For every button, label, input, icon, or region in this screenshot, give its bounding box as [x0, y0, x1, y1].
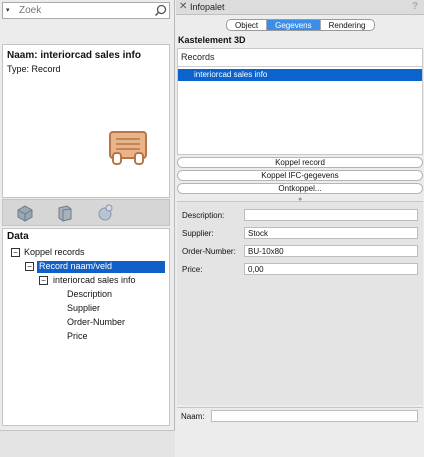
resource-type: Type: Record: [7, 64, 61, 74]
tree-item[interactable]: Koppel records: [24, 246, 85, 259]
tree-item[interactable]: Price: [67, 330, 88, 343]
search-icon[interactable]: [154, 4, 167, 17]
tree-item[interactable]: Order-Number: [67, 316, 125, 329]
tree-item[interactable]: Supplier: [67, 302, 100, 315]
field-label: Supplier:: [182, 229, 214, 238]
status-strip: [0, 430, 175, 457]
tab-object[interactable]: Object: [227, 20, 268, 30]
sphere-view-icon[interactable]: [95, 204, 115, 222]
records-header: Records: [178, 49, 422, 67]
name-row: Naam:: [177, 407, 423, 424]
field-label: Price:: [182, 265, 203, 274]
dropdown-arrow-icon[interactable]: ▾: [6, 4, 16, 18]
supplier-field[interactable]: Stock: [244, 227, 418, 239]
tab-rendering[interactable]: Rendering: [321, 20, 374, 30]
data-tree-panel: Data − Koppel records − Record naam/veld…: [2, 228, 170, 426]
record-format-icon: [109, 131, 147, 165]
tree-item[interactable]: interiorcad sales info: [53, 274, 136, 287]
object-type-title: Kastelement 3D: [178, 35, 246, 45]
view-toolbar: [2, 199, 170, 226]
attach-ifc-button[interactable]: Koppel IFC-gegevens: [177, 170, 423, 181]
palette-title: Infopalet: [190, 2, 225, 12]
tab-data[interactable]: Gegevens: [267, 20, 321, 30]
field-label: Order-Number:: [182, 247, 236, 256]
collapse-toggle-icon[interactable]: −: [11, 248, 20, 257]
record-row-selected[interactable]: interiorcad sales info: [178, 69, 422, 81]
help-icon[interactable]: ?: [412, 1, 418, 12]
detach-button[interactable]: Ontkoppel...: [177, 183, 423, 194]
resource-name: Naam: interiorcad sales info: [7, 50, 141, 61]
description-field[interactable]: [244, 209, 418, 221]
cabinet-view-icon[interactable]: [55, 204, 75, 222]
price-field[interactable]: 0,00: [244, 263, 418, 275]
field-label: Description:: [182, 211, 225, 220]
palette-tabs: Object Gegevens Rendering: [226, 19, 375, 31]
palette-titlebar[interactable]: ✕ Infopalet ?: [176, 0, 424, 15]
close-icon[interactable]: ✕: [179, 1, 187, 12]
resource-preview: Naam: interiorcad sales info Type: Recor…: [2, 44, 170, 198]
records-list: Records interiorcad sales info: [177, 48, 423, 155]
record-fields: Description: Supplier: Stock Order-Numbe…: [177, 201, 423, 405]
search-bar[interactable]: ▾: [2, 2, 170, 19]
data-title: Data: [7, 231, 29, 242]
info-palette: ✕ Infopalet ? Object Gegevens Rendering …: [176, 0, 424, 457]
collapse-toggle-icon[interactable]: −: [25, 262, 34, 271]
resource-manager-panel: ▾ Naam: interiorcad sales info Type: Rec…: [0, 0, 175, 457]
name-label: Naam:: [181, 412, 205, 421]
collapse-toggle-icon[interactable]: −: [39, 276, 48, 285]
cube-view-icon[interactable]: [15, 204, 35, 222]
attach-record-button[interactable]: Koppel record: [177, 157, 423, 168]
tree-item-selected[interactable]: Record naam/veld: [39, 260, 112, 273]
order-number-field[interactable]: BU-10x80: [244, 245, 418, 257]
tree-item[interactable]: Description: [67, 288, 112, 301]
search-input[interactable]: [19, 3, 149, 18]
name-field[interactable]: [211, 410, 418, 422]
